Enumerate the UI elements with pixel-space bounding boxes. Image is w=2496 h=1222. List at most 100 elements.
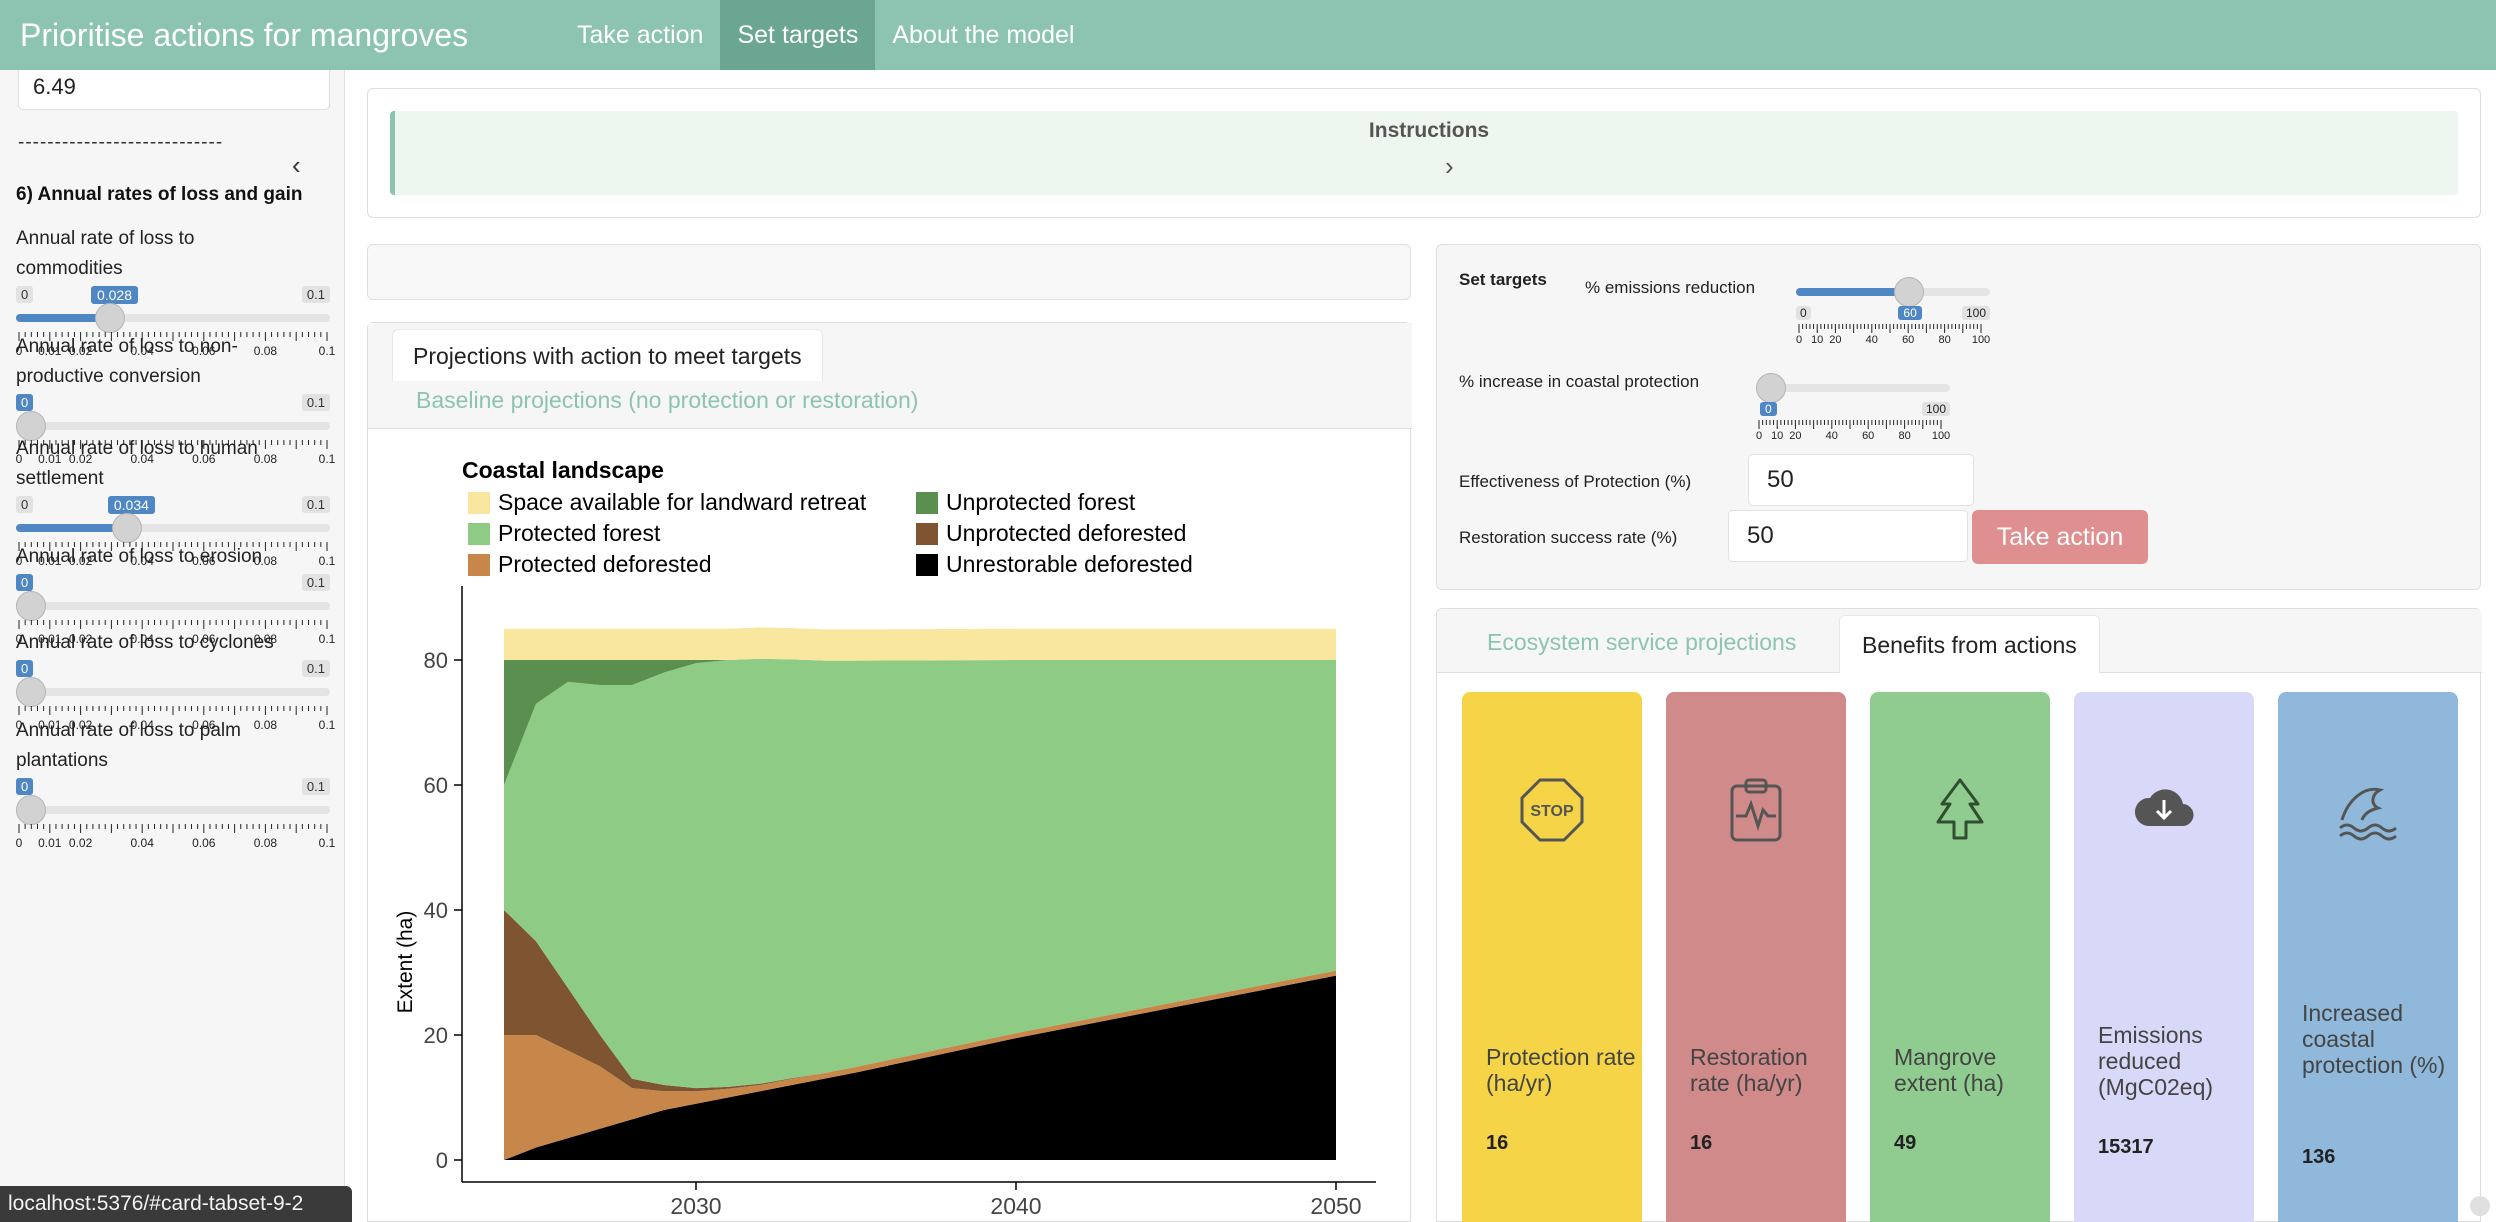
- slider-tick-label: 0.1: [318, 836, 336, 850]
- x-tick-label: 2040: [990, 1193, 1041, 1219]
- slider-max-label: 0.1: [301, 496, 330, 513]
- slider-tick-label: 0.06: [192, 836, 216, 850]
- slider-tick-label: 0.01: [38, 836, 62, 850]
- x-tick-label: 2050: [1310, 1193, 1361, 1219]
- x-tick-label: 2030: [670, 1193, 721, 1219]
- sidebar-divider: ----------------------------: [18, 132, 224, 153]
- slider-fill: [16, 524, 126, 532]
- slider-track[interactable]: [16, 422, 330, 430]
- nav-about-model[interactable]: About the model: [875, 0, 1091, 70]
- coastal-protection-slider[interactable]: 0 100 0 10 20 40 60 80 100: [1756, 372, 1950, 452]
- emissions-reduction-slider[interactable]: 0 60 100 0 10 20 40 60 80 100: [1796, 276, 1990, 356]
- slider-max-label: 0.1: [301, 574, 330, 591]
- benefit-card-4: Increased coastal protection (%) 136: [2278, 692, 2458, 1222]
- navbar: Prioritise actions for mangroves Take ac…: [0, 0, 2496, 70]
- tree-icon: [1926, 776, 1994, 844]
- instructions-accordion[interactable]: Instructions ›: [390, 111, 2458, 195]
- target-tick-label: 40: [1825, 430, 1838, 442]
- legend-swatch: [468, 492, 490, 514]
- slider-max-label: 0.1: [301, 286, 330, 303]
- slider-handle[interactable]: [111, 513, 142, 543]
- tab-benefits-from-actions[interactable]: Benefits from actions: [1839, 615, 2100, 673]
- slider-track[interactable]: [16, 806, 330, 814]
- target-slider-max: 100: [1921, 402, 1950, 416]
- target-slider-fill: [1796, 288, 1909, 296]
- benefit-value: 136: [2302, 1146, 2336, 1168]
- stop-sign-icon: STOP: [1518, 776, 1586, 844]
- chart-areas: [504, 627, 1336, 1160]
- sidebar-numeric-input[interactable]: 6.49: [18, 70, 330, 110]
- slider-value-badge: 0: [16, 660, 34, 677]
- clipboard-pulse-icon: [1722, 776, 1790, 844]
- slider-handle[interactable]: [94, 303, 125, 333]
- status-bar-url: localhost:5376/#card-tabset-9-2: [0, 1186, 352, 1222]
- benefit-value: 49: [1894, 1132, 1917, 1154]
- svg-text:STOP: STOP: [1530, 803, 1574, 820]
- target-tick-label: 80: [1898, 430, 1911, 442]
- slider-value-badge: 0.034: [107, 496, 155, 514]
- sidebar-collapse-chevron-icon[interactable]: ‹: [292, 150, 301, 181]
- target-slider-ticks: [1758, 420, 1942, 429]
- app-title[interactable]: Prioritise actions for mangroves: [0, 17, 560, 54]
- coastal-landscape-chart: Coastal landscape Space available for la…: [394, 457, 1376, 1219]
- target-tick-label: 0: [1755, 430, 1763, 442]
- legend-label: Unprotected deforested: [946, 520, 1186, 546]
- tab-projections-with-action[interactable]: Projections with action to meet targets: [392, 329, 823, 381]
- benefit-card-0: STOP Protection rate (ha/yr) 16: [1462, 692, 1642, 1222]
- target-slider-tick-labels: 0 10 20 40 60 80 100: [1796, 334, 1990, 348]
- legend-label: Space available for landward retreat: [498, 489, 867, 515]
- wave-icon: [2334, 776, 2402, 844]
- slider-label: Annual rate of loss to erosion: [16, 546, 263, 567]
- legend-label: Protected deforested: [498, 551, 712, 577]
- legend-swatch: [916, 523, 938, 545]
- set-targets-heading: Set targets: [1459, 270, 1547, 289]
- y-tick-label: 0: [436, 1148, 448, 1173]
- slider-track[interactable]: [16, 602, 330, 610]
- slider-handle[interactable]: [16, 795, 46, 825]
- chevron-right-icon[interactable]: ›: [1445, 151, 1454, 182]
- tab-baseline-projections[interactable]: Baseline projections (no protection or r…: [416, 387, 918, 414]
- slider-loss-2[interactable]: Annual rate of loss to human settlement 0…: [16, 434, 336, 568]
- benefit-card-2: Mangrove extent (ha) 49: [1870, 692, 2050, 1222]
- scroll-indicator[interactable]: [2470, 1196, 2490, 1216]
- slider-value-badge: 0.028: [90, 286, 138, 304]
- take-action-button[interactable]: Take action: [1972, 510, 2148, 564]
- slider-label: Annual rate of loss to cyclones: [16, 632, 274, 653]
- target-tick-label: 10: [1811, 334, 1824, 346]
- slider-loss-0[interactable]: Annual rate of loss to commodities 0 0.028…: [16, 224, 336, 358]
- area-series-5: [504, 627, 1336, 661]
- y-tick-label: 20: [424, 1023, 448, 1048]
- benefits-tab-header: Ecosystem service projections Benefits f…: [1437, 609, 2482, 673]
- slider-tick-label: 0.02: [68, 836, 93, 850]
- benefit-card-1: Restoration rate (ha/yr) 16: [1666, 692, 1846, 1222]
- slider-track[interactable]: [16, 688, 330, 696]
- target-slider-tick-labels: 0 10 20 40 60 80 100: [1756, 430, 1950, 444]
- nav-set-targets[interactable]: Set targets: [720, 0, 876, 70]
- target-tick-label: 0: [1795, 334, 1803, 346]
- projections-tab-header: Projections with action to meet targets …: [368, 323, 1412, 429]
- target-slider-handle[interactable]: [1894, 277, 1925, 307]
- slider-handle[interactable]: [16, 677, 46, 707]
- target-slider-handle[interactable]: [1756, 373, 1786, 403]
- legend-swatch: [468, 554, 490, 576]
- slider-loss-5[interactable]: Annual rate of loss to palm plantations 0…: [16, 716, 336, 850]
- benefit-title: Restoration rate (ha/yr): [1690, 1044, 1808, 1096]
- emissions-reduction-label: % emissions reduction: [1585, 278, 1756, 297]
- nav-take-action[interactable]: Take action: [560, 0, 720, 70]
- restoration-success-input[interactable]: 50: [1728, 510, 1968, 562]
- tab-ecosystem-service-projections[interactable]: Ecosystem service projections: [1487, 629, 1796, 656]
- slider-min-label: 0: [16, 286, 34, 303]
- effectiveness-label: Effectiveness of Protection (%): [1459, 472, 1692, 491]
- target-slider-ticks: [1798, 324, 1982, 333]
- target-tick-label: 80: [1938, 334, 1951, 346]
- effectiveness-input[interactable]: 50: [1748, 454, 1974, 506]
- slider-ticks: [18, 824, 328, 833]
- instructions-title: Instructions: [1368, 119, 1490, 142]
- target-slider-value: 0: [1760, 402, 1777, 416]
- slider-handle[interactable]: [16, 591, 46, 621]
- slider-label: Annual rate of loss to commodities: [16, 228, 195, 279]
- slider-tick-label: 0.04: [130, 836, 154, 850]
- legend-label: Protected forest: [498, 520, 661, 546]
- benefit-title: Protection rate (ha/yr): [1486, 1044, 1636, 1096]
- instructions-card: Instructions ›: [367, 88, 2481, 218]
